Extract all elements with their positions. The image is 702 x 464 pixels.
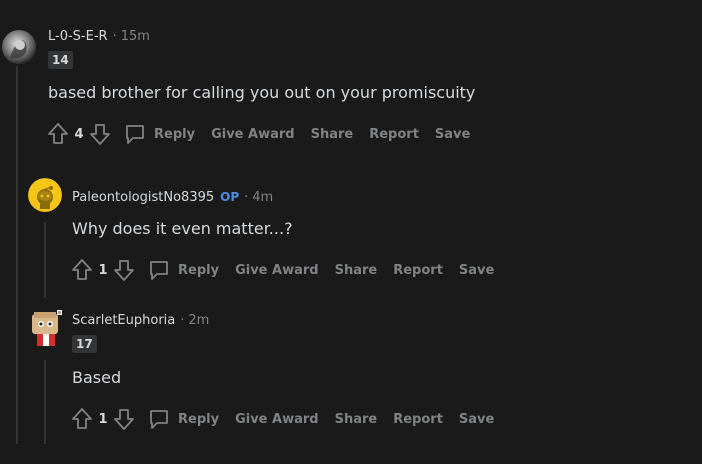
- comment-timestamp[interactable]: 4m: [252, 190, 273, 205]
- username-link[interactable]: ScarletEuphoria: [72, 313, 175, 328]
- username-link[interactable]: PaleontologistNo8395: [72, 190, 214, 205]
- share-button[interactable]: Share: [311, 127, 354, 142]
- report-button[interactable]: Report: [393, 412, 443, 427]
- comment-timestamp[interactable]: 15m: [121, 29, 150, 44]
- comment-meta: ScarletEuphoria · 2m: [72, 310, 209, 330]
- comment-bubble-icon: [126, 125, 144, 144]
- downvote-icon[interactable]: [112, 258, 136, 282]
- give-award-button[interactable]: Give Award: [235, 412, 319, 427]
- share-button[interactable]: Share: [335, 263, 378, 278]
- save-button[interactable]: Save: [459, 412, 494, 427]
- give-award-button[interactable]: Give Award: [235, 263, 319, 278]
- reply-label: Reply: [178, 411, 220, 427]
- user-flair: 14: [48, 51, 73, 69]
- reply-label: Reply: [178, 262, 220, 278]
- op-badge: OP: [220, 190, 240, 204]
- report-button[interactable]: Report: [369, 127, 419, 142]
- vote-count: 1: [98, 411, 108, 427]
- reply-label: Reply: [154, 126, 196, 142]
- comment-actions: 1 Reply Give Award Share Report Save: [70, 406, 494, 432]
- downvote-icon[interactable]: [112, 407, 136, 431]
- comment-bubble-icon: [150, 410, 168, 429]
- comment-body: based brother for calling you out on you…: [48, 83, 476, 102]
- reply-button[interactable]: Reply: [148, 408, 219, 430]
- user-avatar-icon[interactable]: [2, 30, 36, 64]
- meta-separator: ·: [112, 28, 117, 44]
- comment-thread: L-0-S-E-R · 15m 14 based brother for cal…: [0, 0, 702, 464]
- upvote-icon[interactable]: [70, 258, 94, 282]
- reply-button[interactable]: Reply: [124, 123, 195, 145]
- snoo-avatar-icon[interactable]: [28, 178, 62, 212]
- save-button[interactable]: Save: [435, 127, 470, 142]
- thread-line[interactable]: [44, 360, 46, 444]
- thread-line[interactable]: [16, 66, 18, 444]
- comment-body: Why does it even matter...?: [72, 219, 293, 238]
- comment-timestamp[interactable]: 2m: [188, 313, 209, 328]
- comment-bubble-icon: [150, 261, 168, 280]
- report-button[interactable]: Report: [393, 263, 443, 278]
- meta-separator: ·: [180, 312, 185, 328]
- vote-count: 4: [74, 126, 84, 142]
- comment-meta: L-0-S-E-R · 15m: [48, 26, 150, 46]
- save-button[interactable]: Save: [459, 263, 494, 278]
- share-button[interactable]: Share: [335, 412, 378, 427]
- thread-line[interactable]: [44, 222, 46, 298]
- upvote-icon[interactable]: [70, 407, 94, 431]
- reply-button[interactable]: Reply: [148, 259, 219, 281]
- user-flair: 17: [72, 335, 97, 353]
- comment-meta: PaleontologistNo8395 OP · 4m: [72, 187, 273, 207]
- give-award-button[interactable]: Give Award: [211, 127, 295, 142]
- comment-actions: 1 Reply Give Award Share Report Save: [70, 257, 494, 283]
- downvote-icon[interactable]: [88, 122, 112, 146]
- upvote-icon[interactable]: [46, 122, 70, 146]
- custom-avatar-icon[interactable]: [28, 310, 64, 350]
- meta-separator: ·: [244, 189, 249, 205]
- username-link[interactable]: L-0-S-E-R: [48, 29, 108, 44]
- comment-body: Based: [72, 368, 122, 387]
- vote-count: 1: [98, 262, 108, 278]
- comment-actions: 4 Reply Give Award Share Report Save: [46, 121, 470, 147]
